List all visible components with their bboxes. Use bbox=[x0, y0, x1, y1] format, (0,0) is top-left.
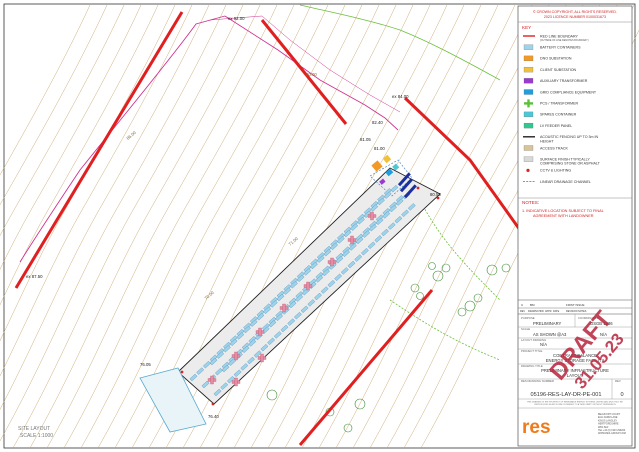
purpose-label: PURPOSE bbox=[521, 316, 535, 320]
legend-label: SPARES CONTAINER bbox=[540, 113, 577, 117]
legend-item: CLIENT SUBSTATION bbox=[523, 66, 577, 73]
rev-col: DATE bbox=[553, 310, 560, 313]
legend-item: LV FEEDER PANEL bbox=[523, 122, 572, 129]
rev-col: APPD bbox=[545, 310, 552, 313]
revision: 0 bbox=[620, 392, 623, 398]
legend-label: LINEAR DRAINAGE CHANNEL bbox=[540, 180, 591, 184]
res-logo: res bbox=[522, 417, 551, 438]
legend-item: DNO SUBSTATION bbox=[523, 55, 572, 62]
legend-label: GRID COMPLIANCE EQUIPMENT bbox=[540, 90, 597, 94]
note-line: 1. INDICATIVE LOCATION SUBJECT TO FINAL bbox=[522, 209, 604, 213]
notes-title: NOTES: bbox=[522, 200, 539, 205]
legend-item: BATTERY CONTAINERS bbox=[523, 44, 581, 50]
level-label: 81.05 bbox=[360, 137, 371, 142]
disclaimer: THIS DRAWING IS THE PROPERTY OF RENEWABL… bbox=[527, 401, 624, 407]
drawing-label: DRAWING TITLE bbox=[521, 364, 543, 368]
address-line: WWW.RES-GROUP.COM bbox=[598, 432, 626, 435]
copyright-line: 2023 LICENCE NUMBER 0100031673 bbox=[544, 15, 606, 19]
level-label: 80.53 bbox=[430, 192, 441, 197]
key-title: KEY bbox=[522, 25, 531, 30]
legend-label: ACCESS TRACK bbox=[540, 146, 568, 150]
level-label: ex 84.00 bbox=[392, 94, 409, 99]
legend-label: CLIENT SUBSTATION bbox=[540, 68, 577, 72]
rev-col: DRAWN bbox=[528, 310, 537, 313]
disclaimer-line: THIS DRAWING IS THE PROPERTY OF RENEWABL… bbox=[527, 401, 624, 404]
scale-value: AS SHOWN @A3 bbox=[533, 332, 567, 337]
rev-cell: FIRST ISSUE bbox=[566, 303, 584, 307]
note-item: 1. INDICATIVE LOCATION SUBJECT TO FINAL … bbox=[522, 209, 605, 218]
level-label: 76.05 bbox=[140, 362, 151, 367]
contour-label: 80.00 bbox=[306, 72, 317, 77]
disclaimer-line: REPRODUCED IN ANY FORM OR PASSED TO A TH… bbox=[534, 403, 616, 406]
scale-label: SCALE bbox=[521, 327, 530, 331]
legend-label: RED LINE BOUNDARY bbox=[540, 34, 578, 38]
project-label: PROJECT TITLE bbox=[521, 349, 542, 353]
legend-label: AUXILIARY TRANSFORMER bbox=[540, 79, 588, 83]
drawing-number: 05196-RES-LAY-DR-PE-001 bbox=[531, 392, 602, 398]
level-label: 76.40 bbox=[208, 414, 219, 419]
note-line: AGREEMENT WITH LANDOWNER bbox=[533, 214, 594, 218]
legend-item: SPARES CONTAINER bbox=[523, 111, 577, 118]
number-label: RES DRAWING NUMBER bbox=[521, 379, 554, 383]
legend-label: CCTV & LIGHTING bbox=[540, 169, 571, 173]
site-layout-drawing: ex 92.00 ex 84.00 ex 87.50 82.40 81.05 8… bbox=[0, 3, 639, 449]
rev-col: CHKD bbox=[537, 310, 544, 313]
level-label: 81.00 bbox=[374, 146, 385, 151]
copyright-line: © CROWN COPYRIGHT, ALL RIGHTS RESERVED. bbox=[533, 10, 617, 14]
legend-sublabel: (OUTSIDE OF LINE DENOTES BOUNDARY) bbox=[540, 39, 589, 42]
rev-col: REVISION NOTES bbox=[566, 310, 587, 313]
rev-cell: BM bbox=[530, 303, 535, 307]
level-label: 82.40 bbox=[372, 120, 383, 125]
level-label: ex 87.50 bbox=[26, 274, 43, 279]
level-label: ex 92.00 bbox=[228, 16, 245, 21]
site-layout-title: SITE LAYOUT bbox=[18, 426, 50, 432]
rev-label: REV bbox=[615, 379, 621, 383]
legend-label: DNO SUBSTATION bbox=[540, 57, 572, 61]
legend-item: ACCESS TRACK bbox=[523, 145, 568, 151]
legend-label: LV FEEDER PANEL bbox=[540, 124, 572, 128]
layout-value: N/A bbox=[540, 342, 547, 347]
site-layout-scale: SCALE 1:1000 bbox=[20, 433, 53, 439]
legend-label: BATTERY CONTAINERS bbox=[540, 46, 581, 50]
purpose-value: PRELIMINARY bbox=[533, 321, 562, 326]
rev-col: REV bbox=[520, 310, 525, 313]
legend-label: PCS / TRANSFORMER bbox=[540, 102, 578, 106]
